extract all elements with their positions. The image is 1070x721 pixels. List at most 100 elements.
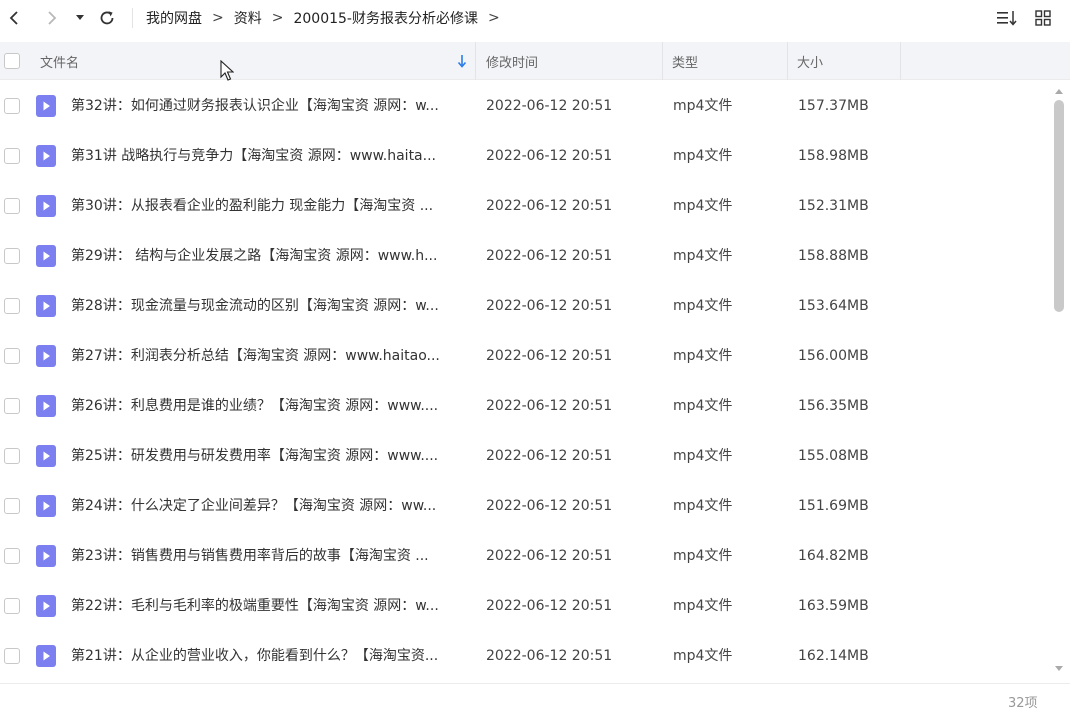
row-checkbox[interactable]	[4, 248, 20, 264]
row-checkbox[interactable]	[4, 298, 20, 314]
video-file-icon	[36, 545, 56, 567]
table-row[interactable]: 第31讲 战略执行与竞争力【海淘宝资 源网：www.haita... 2022-…	[0, 131, 1050, 181]
table-row[interactable]: 第27讲：利润表分析总结【海淘宝资 源网：www.haitao... 2022-…	[0, 331, 1050, 381]
file-modified: 2022-06-12 20:51	[486, 398, 613, 414]
file-modified: 2022-06-12 20:51	[486, 648, 613, 664]
file-name[interactable]: 第25讲：研发费用与研发费用率【海淘宝资 源网：www....	[71, 431, 467, 481]
chevron-right-icon	[48, 11, 57, 25]
file-size: 152.31MB	[798, 198, 869, 214]
footer-divider	[0, 683, 1070, 684]
breadcrumb-item-current-folder[interactable]: 200015-财务报表分析必修课	[293, 8, 478, 28]
file-type: mp4文件	[673, 498, 733, 514]
file-name[interactable]: 第23讲：销售费用与销售费用率背后的故事【海淘宝资 ...	[71, 531, 467, 581]
sort-button[interactable]	[996, 8, 1018, 28]
column-header-modified[interactable]: 修改时间	[486, 42, 538, 80]
file-name[interactable]: 第24讲：什么决定了企业间差异？【海淘宝资 源网：ww...	[71, 481, 467, 531]
video-file-icon	[36, 245, 56, 267]
row-checkbox[interactable]	[4, 398, 20, 414]
file-modified: 2022-06-12 20:51	[486, 598, 613, 614]
row-checkbox[interactable]	[4, 148, 20, 164]
row-checkbox[interactable]	[4, 548, 20, 564]
video-file-icon	[36, 595, 56, 617]
refresh-button[interactable]	[96, 8, 118, 28]
column-divider[interactable]	[662, 42, 663, 80]
scrollbar-thumb[interactable]	[1054, 100, 1064, 312]
scroll-up-arrow-icon[interactable]	[1053, 86, 1065, 96]
table-row[interactable]: 第29讲： 结构与企业发展之路【海淘宝资 源网：www.h... 2022-06…	[0, 231, 1050, 281]
file-size: 151.69MB	[798, 498, 869, 514]
file-type: mp4文件	[673, 248, 733, 264]
grid-view-button[interactable]	[1032, 8, 1054, 28]
select-all-checkbox[interactable]	[4, 53, 20, 69]
table-row[interactable]: 第30讲：从报表看企业的盈利能力 现金能力【海淘宝资 ... 2022-06-1…	[0, 181, 1050, 231]
file-modified: 2022-06-12 20:51	[486, 448, 613, 464]
file-name[interactable]: 第31讲 战略执行与竞争力【海淘宝资 源网：www.haita...	[71, 131, 467, 181]
breadcrumb-separator[interactable]: >	[488, 10, 500, 26]
refresh-icon	[100, 11, 114, 25]
row-checkbox[interactable]	[4, 648, 20, 664]
sort-list-icon	[997, 11, 1017, 26]
table-header: 文件名 修改时间 类型 大小	[0, 42, 1070, 80]
toolbar-separator	[132, 8, 133, 28]
table-row[interactable]: 第25讲：研发费用与研发费用率【海淘宝资 源网：www.... 2022-06-…	[0, 431, 1050, 481]
column-header-name[interactable]: 文件名	[40, 42, 79, 80]
file-type: mp4文件	[673, 348, 733, 364]
column-header-type[interactable]: 类型	[672, 42, 698, 80]
video-file-icon	[36, 395, 56, 417]
row-checkbox[interactable]	[4, 448, 20, 464]
forward-button[interactable]	[42, 8, 62, 28]
table-row[interactable]: 第22讲：毛利与毛利率的极端重要性【海淘宝资 源网：w... 2022-06-1…	[0, 581, 1050, 631]
file-modified: 2022-06-12 20:51	[486, 298, 613, 314]
file-size: 163.59MB	[798, 598, 869, 614]
table-row[interactable]: 第26讲：利息费用是谁的业绩？【海淘宝资 源网：www.... 2022-06-…	[0, 381, 1050, 431]
breadcrumb-item-materials[interactable]: 资料	[234, 8, 262, 28]
file-name[interactable]: 第22讲：毛利与毛利率的极端重要性【海淘宝资 源网：w...	[71, 581, 467, 631]
back-button[interactable]	[4, 8, 24, 28]
sort-arrow-down-icon[interactable]	[456, 54, 468, 68]
video-file-icon	[36, 345, 56, 367]
history-dropdown-button[interactable]	[72, 8, 88, 28]
table-row[interactable]: 第23讲：销售费用与销售费用率背后的故事【海淘宝资 ... 2022-06-12…	[0, 531, 1050, 581]
table-row[interactable]: 第32讲：如何通过财务报表认识企业【海淘宝资 源网：w... 2022-06-1…	[0, 81, 1050, 131]
file-name[interactable]: 第29讲： 结构与企业发展之路【海淘宝资 源网：www.h...	[71, 231, 467, 281]
file-modified: 2022-06-12 20:51	[486, 148, 613, 164]
file-size: 157.37MB	[798, 98, 869, 114]
file-name[interactable]: 第26讲：利息费用是谁的业绩？【海淘宝资 源网：www....	[71, 381, 467, 431]
table-row[interactable]: 第21讲：从企业的营业收入，你能看到什么？【海淘宝资... 2022-06-12…	[0, 631, 1050, 681]
table-row[interactable]: 第28讲：现金流量与现金流动的区别【海淘宝资 源网：w... 2022-06-1…	[0, 281, 1050, 331]
file-name[interactable]: 第30讲：从报表看企业的盈利能力 现金能力【海淘宝资 ...	[71, 181, 467, 231]
file-type: mp4文件	[673, 548, 733, 564]
file-size: 156.35MB	[798, 398, 869, 414]
file-type: mp4文件	[673, 98, 733, 114]
table-row[interactable]: 第24讲：什么决定了企业间差异？【海淘宝资 源网：ww... 2022-06-1…	[0, 481, 1050, 531]
column-header-size[interactable]: 大小	[797, 42, 823, 80]
file-name[interactable]: 第28讲：现金流量与现金流动的区别【海淘宝资 源网：w...	[71, 281, 467, 331]
chevron-left-icon	[9, 11, 18, 25]
row-checkbox[interactable]	[4, 98, 20, 114]
file-browser-window: 我的网盘 > 资料 > 200015-财务报表分析必修课 > 文件名 修改时间 …	[0, 0, 1070, 721]
file-modified: 2022-06-12 20:51	[486, 198, 613, 214]
row-checkbox[interactable]	[4, 198, 20, 214]
file-type: mp4文件	[673, 398, 733, 414]
row-checkbox[interactable]	[4, 348, 20, 364]
file-size: 156.00MB	[798, 348, 869, 364]
breadcrumb-item-my-drive[interactable]: 我的网盘	[146, 8, 202, 28]
column-divider[interactable]	[475, 42, 476, 80]
file-name[interactable]: 第32讲：如何通过财务报表认识企业【海淘宝资 源网：w...	[71, 81, 467, 131]
file-name[interactable]: 第27讲：利润表分析总结【海淘宝资 源网：www.haitao...	[71, 331, 467, 381]
file-modified: 2022-06-12 20:51	[486, 248, 613, 264]
file-type: mp4文件	[673, 448, 733, 464]
file-modified: 2022-06-12 20:51	[486, 548, 613, 564]
video-file-icon	[36, 495, 56, 517]
column-divider[interactable]	[787, 42, 788, 80]
file-type: mp4文件	[673, 648, 733, 664]
scroll-down-arrow-icon[interactable]	[1053, 664, 1065, 674]
video-file-icon	[36, 95, 56, 117]
row-checkbox[interactable]	[4, 598, 20, 614]
file-name[interactable]: 第21讲：从企业的营业收入，你能看到什么？【海淘宝资...	[71, 631, 467, 681]
breadcrumb-separator: >	[271, 10, 284, 26]
file-size: 162.14MB	[798, 648, 869, 664]
column-divider[interactable]	[900, 42, 901, 80]
row-checkbox[interactable]	[4, 498, 20, 514]
breadcrumb-separator: >	[212, 10, 224, 26]
